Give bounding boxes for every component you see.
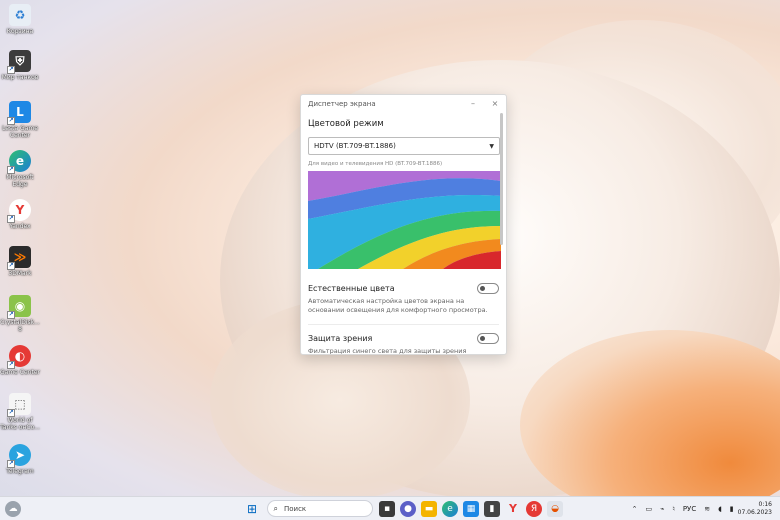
start-button-windows-icon[interactable]: ⊞: [244, 501, 260, 517]
desktop-icon-yandex[interactable]: Y ↗ Yandex: [0, 199, 40, 230]
desktop-icon-wot[interactable]: ⬚ ↗ World of Tanks онCo...: [0, 393, 40, 431]
microphone-icon[interactable]: ♮: [672, 505, 675, 513]
window-title: Диспетчер экрана: [308, 99, 376, 108]
volume-icon[interactable]: ◖: [718, 505, 722, 513]
yandex-taskbar-icon[interactable]: Y: [505, 501, 521, 517]
search-placeholder: Поиск: [283, 504, 307, 513]
close-button[interactable]: ×: [484, 99, 506, 108]
eye-protection-row: Защита зрения: [308, 333, 499, 344]
window-titlebar[interactable]: Диспетчер экрана – ×: [301, 95, 506, 112]
3dmark-icon: ≫ ↗: [7, 246, 31, 270]
desktop-icon-lesta[interactable]: L ↗ Lesta Game Center: [0, 101, 40, 139]
file-explorer-icon[interactable]: ▬: [421, 500, 437, 517]
game-center-icon: ◐ ↗: [7, 345, 31, 369]
desktop-icon-recycle-bin[interactable]: ♻ Корзина: [0, 4, 40, 35]
taskbar: ☁ ⊞ ⌕ Поиск ▪ ● ▬ e ▦ ▮ Y Я ◒ ⌃ ▭ ⌁ ♮ РУ…: [0, 496, 780, 520]
chevron-up-icon[interactable]: ⌃: [632, 505, 638, 513]
eye-protection-description: Фильтрация синего света для защиты зрени…: [308, 347, 467, 355]
language-indicator[interactable]: РУС: [683, 505, 696, 513]
color-mode-value: HDTV (BT.709-BT.1886): [314, 142, 396, 150]
network-icon[interactable]: ⌁: [660, 505, 664, 513]
natural-colors-row: Естественные цвета: [308, 283, 499, 294]
clock[interactable]: 0:16 07.06.2023: [738, 501, 772, 517]
window-scrollbar[interactable]: [500, 113, 503, 245]
color-mode-hint: Для видео и телевидения HD (BT.709-BT.18…: [308, 161, 443, 167]
desktop-icon-telegram[interactable]: ➤ ↗ Telegram: [0, 444, 40, 475]
search-icon: ⌕: [273, 503, 278, 513]
natural-colors-toggle[interactable]: [477, 283, 499, 294]
clock-time: 0:16: [758, 501, 772, 508]
desktop-icon-game-center[interactable]: ◐ ↗ Game Center: [0, 345, 40, 376]
edge-taskbar-icon[interactable]: e: [442, 500, 458, 517]
natural-colors-description: Автоматическая настройка цветов экрана н…: [308, 297, 488, 314]
section-divider: [308, 324, 499, 325]
recycle-bin-icon: ♻: [9, 4, 31, 26]
task-view-icon[interactable]: ▪: [379, 500, 395, 517]
clock-date: 07.06.2023: [737, 509, 772, 516]
minimize-button[interactable]: –: [462, 99, 484, 108]
system-tray: ⌃ ▭ ⌁ ♮ РУС ≋ ◖ ▮ 0:16 07.06.2023: [628, 497, 780, 520]
lesta-icon: L ↗: [7, 101, 31, 125]
wifi-icon[interactable]: ≋: [704, 505, 710, 513]
eye-protection-label: Защита зрения: [308, 334, 373, 343]
yandex-app-icon[interactable]: Я: [526, 500, 542, 517]
desktop-icon-3dmark[interactable]: ≫ ↗ 3DMark: [0, 246, 40, 277]
battery-icon[interactable]: ▭: [645, 505, 652, 513]
power-icon[interactable]: ▮: [730, 505, 734, 513]
desktop-icon-tank-game[interactable]: ⛨ ↗ Мир танков: [0, 50, 40, 81]
display-manager-window: Диспетчер экрана – × Цветовой режим HDTV…: [300, 94, 507, 355]
desktop-icon-crystaldisk[interactable]: ◉ ↗ CrystalDisk... 8: [0, 295, 40, 333]
chat-icon[interactable]: ●: [400, 500, 416, 517]
edge-icon: e ↗: [7, 150, 31, 174]
crystaldisk-icon: ◉ ↗: [7, 295, 31, 319]
color-mode-select[interactable]: HDTV (BT.709-BT.1886) ▼: [308, 137, 500, 155]
chevron-down-icon: ▼: [489, 142, 494, 150]
eye-protection-toggle[interactable]: [477, 333, 499, 344]
display-manager-taskbar-icon[interactable]: ◒: [547, 500, 563, 517]
tank-game-icon: ⛨ ↗: [7, 50, 31, 74]
weather-widget-icon[interactable]: ☁: [5, 500, 21, 517]
yandex-browser-icon: Y ↗: [7, 199, 31, 223]
desktop-icon-edge[interactable]: e ↗ Microsoft Edge: [0, 150, 40, 188]
color-preview-image: [308, 171, 501, 269]
color-mode-heading: Цветовой режим: [308, 119, 384, 129]
taskbar-search[interactable]: ⌕ Поиск: [266, 500, 373, 517]
monitor-app-icon[interactable]: ▮: [484, 500, 500, 517]
telegram-icon: ➤ ↗: [7, 444, 31, 468]
natural-colors-label: Естественные цвета: [308, 284, 395, 293]
store-icon[interactable]: ▦: [463, 500, 479, 517]
wot-icon: ⬚ ↗: [7, 393, 31, 417]
